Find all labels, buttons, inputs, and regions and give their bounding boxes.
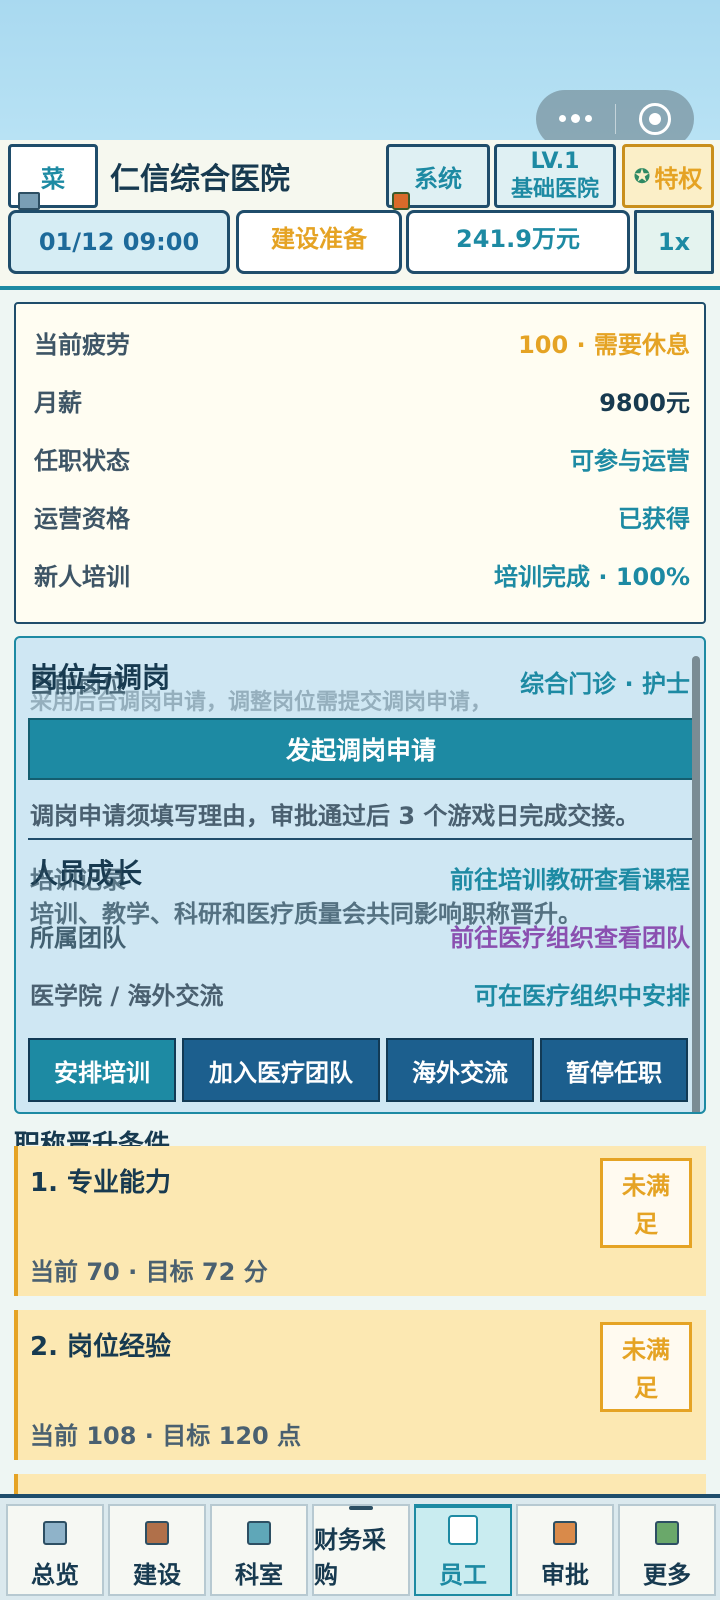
section-divider — [28, 838, 692, 840]
training-record-label: 培训记录 — [30, 866, 126, 894]
salary-label: 月薪 — [34, 388, 82, 417]
condition-title: 2. 岗位经验 — [30, 1332, 172, 1362]
current-position: 综合门诊 · 护士 — [520, 670, 690, 698]
level-name: 基础医院 — [510, 177, 599, 202]
onboarding-label: 新人培训 — [34, 562, 130, 591]
staff-status-card: 当前疲劳 100 · 需要休息 月薪 9800元 任职状态 可参与运营 运营资格… — [14, 302, 706, 624]
fatigue-row: 当前疲劳 100 · 需要休息 — [34, 322, 690, 362]
condition-detail: 当前 108 · 目标 120 点 — [30, 1422, 302, 1450]
status-text-2: 足 — [634, 1374, 658, 1402]
ellipsis-icon — [558, 114, 592, 123]
exchange-hint: 可在医疗组织中安排 — [474, 982, 690, 1010]
phase-badge[interactable]: 建设准备 — [236, 210, 402, 274]
funds-display: 241.9万元 — [406, 210, 630, 274]
team-label: 所属团队 — [30, 924, 126, 952]
level-number: LV.1 — [530, 149, 580, 174]
tab-label: 建设 — [133, 1561, 181, 1589]
doctor-icon — [448, 1515, 478, 1545]
speed-toggle-button[interactable]: 1x — [634, 210, 714, 274]
more-icon — [655, 1521, 679, 1545]
privilege-button[interactable]: ✪ 特权 — [622, 144, 714, 208]
tab-build[interactable]: 建设 — [108, 1504, 206, 1596]
tab-overview[interactable]: 总览 — [6, 1504, 104, 1596]
transfer-request-button[interactable]: 发起调岗申请 — [28, 718, 694, 780]
transfer-note: 调岗申请须填写理由，审批通过后 3 个游戏日完成交接。 — [30, 802, 640, 830]
tab-more[interactable]: 更多 — [618, 1504, 716, 1596]
position-section-title: 岗位与调岗 — [30, 661, 171, 694]
game-datetime: 01/12 09:00 — [8, 210, 230, 274]
game-header: 菜 仁信综合医院 系统 LV.1 基础医院 ✪ 特权 01/12 09:00 建… — [0, 140, 720, 290]
tab-department[interactable]: 科室 — [210, 1504, 308, 1596]
team-link[interactable]: 前往医疗组织查看团队 — [450, 918, 690, 953]
qualification-value: 已获得 — [618, 504, 690, 533]
approval-icon — [553, 1521, 577, 1545]
overseas-exchange-button[interactable]: 海外交流 — [386, 1038, 534, 1102]
crane-icon — [145, 1521, 169, 1545]
tab-staff[interactable]: 员工 — [414, 1504, 512, 1596]
gift-icon — [392, 192, 410, 210]
hospital-name: 仁信综合医院 — [110, 162, 290, 197]
onboarding-value: 培训完成 · 100% — [494, 562, 690, 591]
target-icon — [638, 103, 671, 135]
arrange-training-button[interactable]: 安排培训 — [28, 1038, 176, 1102]
condition-card-3-partial — [14, 1474, 706, 1494]
privilege-label: 特权 — [654, 164, 703, 193]
condition-card-2: 2. 岗位经验 未满 足 当前 108 · 目标 120 点 — [14, 1310, 706, 1460]
qualification-row: 运营资格 已获得 — [34, 496, 690, 536]
position-growth-card: 当前岗位 采用后台调岗申请，调整岗位需提交调岗申请， 岗位与调岗 综合门诊 · … — [14, 636, 706, 1114]
condition-card-1: 1. 专业能力 未满 足 当前 70 · 目标 72 分 — [14, 1146, 706, 1296]
tab-label: 审批 — [541, 1561, 589, 1589]
onboarding-row: 新人培训 培训完成 · 100% — [34, 554, 690, 594]
condition-detail: 当前 70 · 目标 72 分 — [30, 1258, 268, 1286]
join-team-button[interactable]: 加入医疗团队 — [182, 1038, 380, 1102]
tab-label: 更多 — [643, 1561, 691, 1589]
hospital-level-button[interactable]: LV.1 基础医院 — [494, 144, 616, 208]
bottom-tab-bar: 总览 建设 科室 财务采购 员工 审批 更多 — [0, 1494, 720, 1600]
status-text-2: 足 — [634, 1210, 658, 1238]
hospital-icon — [18, 192, 40, 210]
card-scrollbar[interactable] — [692, 656, 700, 1112]
status-text: 未满 — [622, 1336, 670, 1364]
status-badge: 未满 足 — [600, 1158, 692, 1248]
employment-status-value: 可参与运营 — [570, 446, 690, 475]
tab-finance[interactable]: 财务采购 — [312, 1504, 410, 1596]
tab-label: 总览 — [31, 1561, 79, 1589]
hospital-icon — [43, 1521, 67, 1545]
fatigue-label: 当前疲劳 — [34, 330, 130, 359]
status-badge: 未满 足 — [600, 1322, 692, 1412]
status-text: 未满 — [622, 1172, 670, 1200]
condition-title: 1. 专业能力 — [30, 1168, 172, 1198]
suspend-employment-button[interactable]: 暂停任职 — [540, 1038, 688, 1102]
qualification-label: 运营资格 — [34, 504, 130, 533]
fatigue-value: 100 · 需要休息 — [518, 330, 690, 359]
finance-icon — [349, 1506, 373, 1510]
tab-label: 财务采购 — [314, 1526, 386, 1589]
department-icon — [247, 1521, 271, 1545]
employment-status-label: 任职状态 — [34, 446, 130, 475]
salary-row: 月薪 9800元 — [34, 380, 690, 420]
training-course-link[interactable]: 前往培训教研查看课程 — [450, 860, 690, 895]
employment-status-row: 任职状态 可参与运营 — [34, 438, 690, 478]
tab-approval[interactable]: 审批 — [516, 1504, 614, 1596]
tab-label: 员工 — [439, 1561, 487, 1589]
exchange-label: 医学院 / 海外交流 — [30, 982, 224, 1010]
salary-value: 9800元 — [599, 388, 690, 417]
star-badge-icon: ✪ — [633, 164, 651, 188]
tab-label: 科室 — [235, 1561, 283, 1589]
